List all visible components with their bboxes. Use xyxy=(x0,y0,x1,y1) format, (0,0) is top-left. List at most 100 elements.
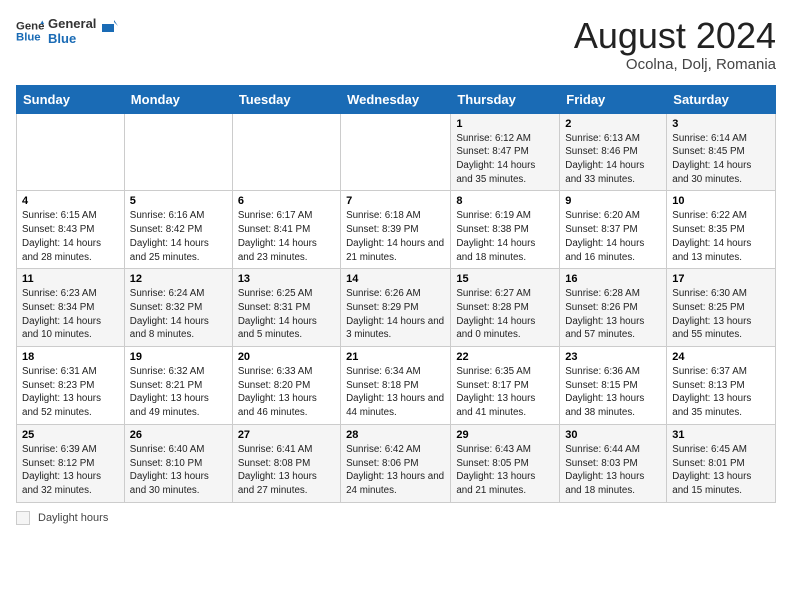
day-number: 31 xyxy=(672,429,770,441)
day-detail: Sunrise: 6:41 AM Sunset: 8:08 PM Dayligh… xyxy=(238,443,335,498)
day-detail: Sunrise: 6:25 AM Sunset: 8:31 PM Dayligh… xyxy=(238,287,335,342)
day-detail: Sunrise: 6:23 AM Sunset: 8:34 PM Dayligh… xyxy=(22,287,119,342)
day-detail: Sunrise: 6:27 AM Sunset: 8:28 PM Dayligh… xyxy=(456,287,554,342)
day-detail: Sunrise: 6:39 AM Sunset: 8:12 PM Dayligh… xyxy=(22,443,119,498)
calendar-cell: 1 Sunrise: 6:12 AM Sunset: 8:47 PM Daylig… xyxy=(451,113,560,191)
calendar-cell: 24Sunrise: 6:37 AM Sunset: 8:13 PM Dayli… xyxy=(667,347,776,425)
day-detail: Sunrise: 6:18 AM Sunset: 8:39 PM Dayligh… xyxy=(346,209,445,264)
header-row: SundayMondayTuesdayWednesdayThursdayFrid… xyxy=(17,85,776,113)
day-number: 7 xyxy=(346,195,445,207)
day-detail: Sunrise: 6:44 AM Sunset: 8:03 PM Dayligh… xyxy=(565,443,661,498)
calendar-cell: 29 Sunrise: 6:43 AM Sunset: 8:05 PM Dayli… xyxy=(451,424,560,502)
calendar-cell xyxy=(17,113,125,191)
daylight-label: Daylight hours xyxy=(38,512,108,524)
calendar-cell: 8Sunrise: 6:19 AM Sunset: 8:38 PM Daylig… xyxy=(451,191,560,269)
calendar-cell: 20 Sunrise: 6:33 AM Sunset: 8:20 PM Dayli… xyxy=(232,347,340,425)
day-detail: Sunrise: 6:16 AM Sunset: 8:42 PM Dayligh… xyxy=(130,209,227,264)
header-day-thursday: Thursday xyxy=(451,85,560,113)
day-detail: Sunrise: 6:30 AM Sunset: 8:25 PM Dayligh… xyxy=(672,287,770,342)
calendar-cell: 26Sunrise: 6:40 AM Sunset: 8:10 PM Dayli… xyxy=(124,424,232,502)
calendar-cell: 22 Sunrise: 6:35 AM Sunset: 8:17 PM Dayli… xyxy=(451,347,560,425)
logo-icon: General Blue xyxy=(16,17,44,45)
day-number: 30 xyxy=(565,429,661,441)
day-number: 14 xyxy=(346,273,445,285)
day-detail: Sunrise: 6:36 AM Sunset: 8:15 PM Dayligh… xyxy=(565,365,661,420)
day-detail: Sunrise: 6:12 AM Sunset: 8:47 PM Dayligh… xyxy=(456,132,554,187)
calendar-cell: 25 Sunrise: 6:39 AM Sunset: 8:12 PM Dayli… xyxy=(17,424,125,502)
day-number: 29 xyxy=(456,429,554,441)
day-number: 13 xyxy=(238,273,335,285)
day-number: 15 xyxy=(456,273,554,285)
day-detail: Sunrise: 6:14 AM Sunset: 8:45 PM Dayligh… xyxy=(672,132,770,187)
title-area: August 2024 Ocolna, Dolj, Romania xyxy=(574,16,776,73)
footer: Daylight hours xyxy=(16,511,776,525)
day-number: 24 xyxy=(672,351,770,363)
logo-arrow-icon xyxy=(100,18,118,36)
calendar-cell: 18 Sunrise: 6:31 AM Sunset: 8:23 PM Dayli… xyxy=(17,347,125,425)
calendar-cell: 5 Sunrise: 6:16 AM Sunset: 8:42 PM Daylig… xyxy=(124,191,232,269)
day-detail: Sunrise: 6:34 AM Sunset: 8:18 PM Dayligh… xyxy=(346,365,445,420)
day-detail: Sunrise: 6:28 AM Sunset: 8:26 PM Dayligh… xyxy=(565,287,661,342)
calendar-cell: 17Sunrise: 6:30 AM Sunset: 8:25 PM Dayli… xyxy=(667,269,776,347)
calendar-cell: 28 Sunrise: 6:42 AM Sunset: 8:06 PM Dayli… xyxy=(341,424,451,502)
calendar-cell xyxy=(341,113,451,191)
day-detail: Sunrise: 6:33 AM Sunset: 8:20 PM Dayligh… xyxy=(238,365,335,420)
week-row-5: 25 Sunrise: 6:39 AM Sunset: 8:12 PM Dayli… xyxy=(17,424,776,502)
day-detail: Sunrise: 6:31 AM Sunset: 8:23 PM Dayligh… xyxy=(22,365,119,420)
day-detail: Sunrise: 6:13 AM Sunset: 8:46 PM Dayligh… xyxy=(565,132,661,187)
day-number: 16 xyxy=(565,273,661,285)
day-number: 10 xyxy=(672,195,770,207)
day-number: 1 xyxy=(456,118,554,130)
header-day-wednesday: Wednesday xyxy=(341,85,451,113)
calendar-cell: 21 Sunrise: 6:34 AM Sunset: 8:18 PM Dayli… xyxy=(341,347,451,425)
day-detail: Sunrise: 6:15 AM Sunset: 8:43 PM Dayligh… xyxy=(22,209,119,264)
day-number: 6 xyxy=(238,195,335,207)
day-detail: Sunrise: 6:26 AM Sunset: 8:29 PM Dayligh… xyxy=(346,287,445,342)
header-day-friday: Friday xyxy=(560,85,667,113)
week-row-2: 4 Sunrise: 6:15 AM Sunset: 8:43 PM Daylig… xyxy=(17,191,776,269)
week-row-4: 18 Sunrise: 6:31 AM Sunset: 8:23 PM Dayli… xyxy=(17,347,776,425)
day-number: 5 xyxy=(130,195,227,207)
day-number: 26 xyxy=(130,429,227,441)
svg-text:General: General xyxy=(16,20,44,32)
calendar-cell: 16 Sunrise: 6:28 AM Sunset: 8:26 PM Dayli… xyxy=(560,269,667,347)
calendar-cell: 13 Sunrise: 6:25 AM Sunset: 8:31 PM Dayli… xyxy=(232,269,340,347)
day-detail: Sunrise: 6:42 AM Sunset: 8:06 PM Dayligh… xyxy=(346,443,445,498)
day-detail: Sunrise: 6:22 AM Sunset: 8:35 PM Dayligh… xyxy=(672,209,770,264)
calendar-cell: 23Sunrise: 6:36 AM Sunset: 8:15 PM Dayli… xyxy=(560,347,667,425)
day-number: 21 xyxy=(346,351,445,363)
header-day-monday: Monday xyxy=(124,85,232,113)
day-number: 22 xyxy=(456,351,554,363)
day-detail: Sunrise: 6:24 AM Sunset: 8:32 PM Dayligh… xyxy=(130,287,227,342)
calendar-cell: 12Sunrise: 6:24 AM Sunset: 8:32 PM Dayli… xyxy=(124,269,232,347)
day-number: 11 xyxy=(22,273,119,285)
day-detail: Sunrise: 6:17 AM Sunset: 8:41 PM Dayligh… xyxy=(238,209,335,264)
day-detail: Sunrise: 6:43 AM Sunset: 8:05 PM Dayligh… xyxy=(456,443,554,498)
month-year-title: August 2024 xyxy=(574,16,776,56)
day-number: 4 xyxy=(22,195,119,207)
day-number: 19 xyxy=(130,351,227,363)
calendar-cell: 3 Sunrise: 6:14 AM Sunset: 8:45 PM Daylig… xyxy=(667,113,776,191)
day-number: 9 xyxy=(565,195,661,207)
calendar-body: 1 Sunrise: 6:12 AM Sunset: 8:47 PM Daylig… xyxy=(17,113,776,502)
day-number: 28 xyxy=(346,429,445,441)
day-number: 25 xyxy=(22,429,119,441)
day-number: 18 xyxy=(22,351,119,363)
day-detail: Sunrise: 6:35 AM Sunset: 8:17 PM Dayligh… xyxy=(456,365,554,420)
daylight-box-icon xyxy=(16,511,30,525)
calendar-cell: 15 Sunrise: 6:27 AM Sunset: 8:28 PM Dayli… xyxy=(451,269,560,347)
calendar-cell: 2Sunrise: 6:13 AM Sunset: 8:46 PM Daylig… xyxy=(560,113,667,191)
calendar-cell xyxy=(232,113,340,191)
calendar-cell: 31 Sunrise: 6:45 AM Sunset: 8:01 PM Dayli… xyxy=(667,424,776,502)
header: General Blue General Blue August 2024 Oc… xyxy=(16,16,776,73)
calendar-cell: 9Sunrise: 6:20 AM Sunset: 8:37 PM Daylig… xyxy=(560,191,667,269)
day-number: 20 xyxy=(238,351,335,363)
day-number: 8 xyxy=(456,195,554,207)
day-detail: Sunrise: 6:45 AM Sunset: 8:01 PM Dayligh… xyxy=(672,443,770,498)
week-row-3: 11 Sunrise: 6:23 AM Sunset: 8:34 PM Dayli… xyxy=(17,269,776,347)
calendar-cell: 27Sunrise: 6:41 AM Sunset: 8:08 PM Dayli… xyxy=(232,424,340,502)
calendar-cell: 10 Sunrise: 6:22 AM Sunset: 8:35 PM Dayli… xyxy=(667,191,776,269)
day-number: 3 xyxy=(672,118,770,130)
header-day-sunday: Sunday xyxy=(17,85,125,113)
week-row-1: 1 Sunrise: 6:12 AM Sunset: 8:47 PM Daylig… xyxy=(17,113,776,191)
